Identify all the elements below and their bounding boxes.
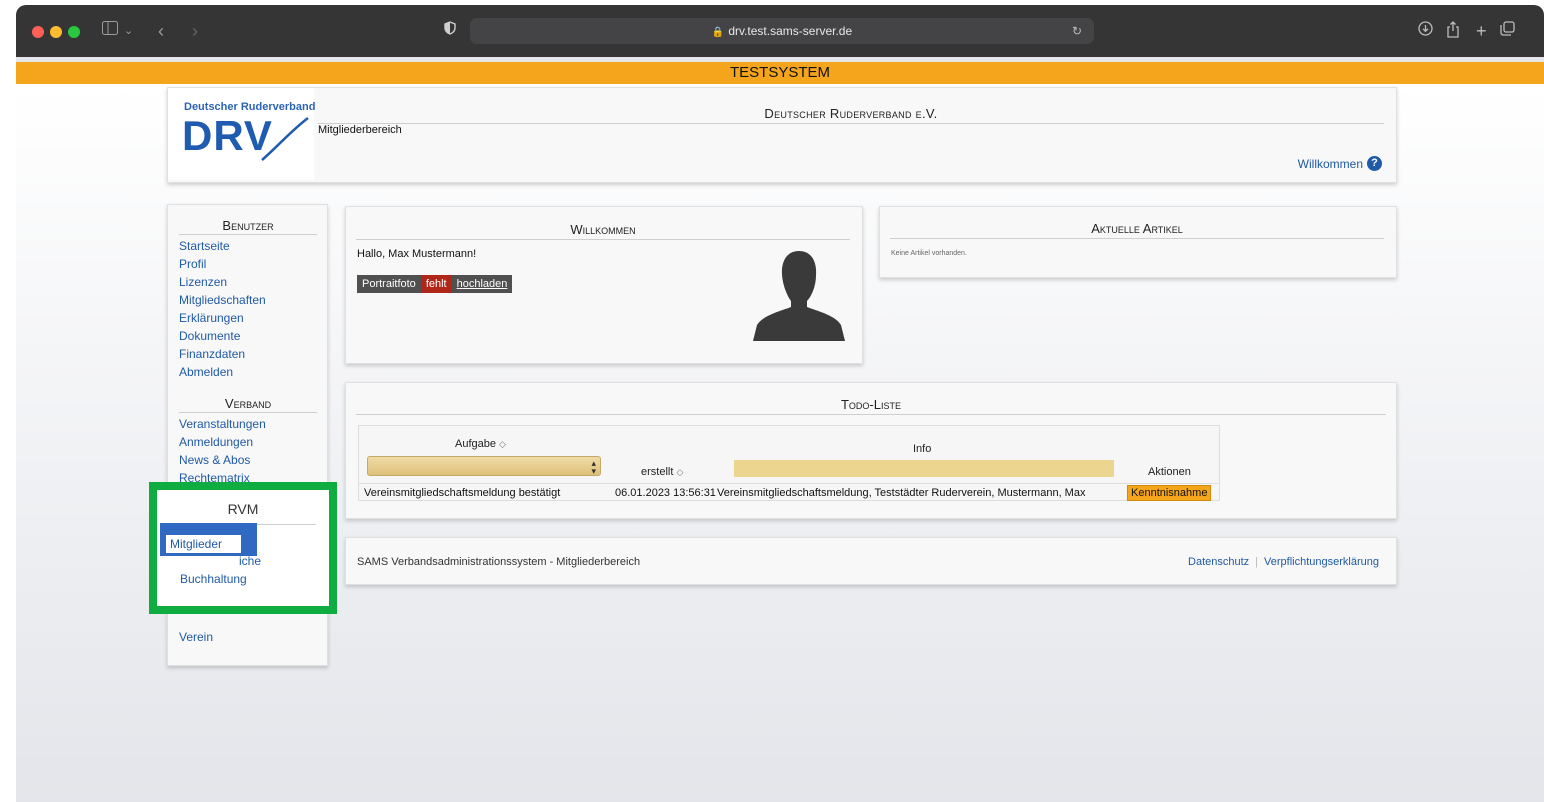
nav-item-startseite[interactable]: Startseite [179, 238, 230, 254]
todo-panel: Todo-Liste Aufgabe ◇ ▴ ▾ erstellt ◇ Info … [345, 382, 1397, 519]
nav-item-finanzdaten[interactable]: Finanzdaten [179, 346, 245, 362]
drv-logo[interactable]: Deutscher Ruderverband DRV [168, 88, 315, 180]
nav-item-abmelden[interactable]: Abmelden [179, 364, 233, 380]
avatar-silhouette-icon [753, 251, 845, 341]
todo-row-info: Vereinsmitgliedschaftsmeldung, Teststädt… [717, 487, 1086, 499]
column-header-task[interactable]: Aufgabe ◇ [455, 438, 506, 450]
welcome-link-label: Willkommen [1297, 156, 1363, 171]
nav-item-news-abos[interactable]: News & Abos [179, 452, 250, 468]
address-url: drv.test.sams-server.de [728, 24, 853, 38]
todo-table: Aufgabe ◇ ▴ ▾ erstellt ◇ Info Aktionen Ve… [358, 425, 1220, 501]
nav-item-veranstaltungen[interactable]: Veranstaltungen [179, 416, 266, 432]
select-arrows-icon: ▴ ▾ [591, 458, 596, 476]
nav-item-lizenzen[interactable]: Lizenzen [179, 274, 227, 290]
chevron-down-icon[interactable]: ⌄ [124, 21, 133, 41]
column-header-info: Info [913, 443, 932, 455]
testsystem-banner: TESTSYSTEM [16, 62, 1544, 84]
nav-heading-verband: Verband [179, 396, 317, 413]
nav-heading-rvm: RVM [227, 501, 259, 517]
footer-text: SAMS Verbandsadministrationssystem - Mit… [357, 556, 641, 568]
new-tab-icon[interactable]: + [1476, 21, 1487, 41]
footer-links: Datenschutz | Verpflichtungserklärung [1188, 556, 1379, 568]
nav-heading-benutzer: Benutzer [179, 218, 317, 235]
download-icon[interactable] [1418, 21, 1433, 42]
privacy-shield-icon[interactable] [444, 21, 456, 41]
column-header-created[interactable]: erstellt ◇ [641, 466, 683, 478]
info-filter-input[interactable] [734, 460, 1114, 477]
greeting-text: Hallo, Max Mustermann! [357, 248, 477, 260]
nav-item-mitgliedschaften[interactable]: Mitgliedschaften [179, 292, 266, 308]
page-content: Deutscher Ruderverband DRV Deutscher Rud… [16, 84, 1544, 802]
minimize-window-button[interactable] [50, 26, 62, 38]
acknowledge-button[interactable]: Kenntnisnahme [1127, 485, 1212, 501]
todo-heading: Todo-Liste [356, 397, 1386, 415]
sort-icon: ◇ [499, 439, 506, 449]
member-area-label: Mitgliederbereich [318, 124, 402, 136]
page-footer: SAMS Verbandsadministrationssystem - Mit… [345, 537, 1397, 585]
commitment-declaration-link[interactable]: Verpflichtungserklärung [1264, 556, 1379, 568]
address-bar[interactable]: 🔒 drv.test.sams-server.de ↻ [470, 18, 1094, 44]
todo-row-created: 06.01.2023 13:56:31 [615, 487, 716, 499]
welcome-panel: Willkommen Hallo, Max Mustermann! Portra… [345, 206, 863, 364]
tab-overview-icon[interactable] [1500, 21, 1515, 42]
logo-swoosh-icon [261, 117, 309, 161]
sort-icon: ◇ [676, 467, 684, 477]
nav-item-mitglieder[interactable]: Mitglieder [160, 523, 257, 556]
column-header-actions: Aktionen [1148, 466, 1191, 478]
portrait-missing-badge: fehlt [420, 275, 452, 293]
browser-window: ⌄ ‹ › 🔒 drv.test.sams-server.de ↻ + TESTS… [16, 5, 1544, 802]
back-icon[interactable]: ‹ [158, 21, 164, 41]
nav-item-anmeldungen[interactable]: Anmeldungen [179, 434, 253, 450]
browser-toolbar: ⌄ ‹ › 🔒 drv.test.sams-server.de ↻ + [16, 5, 1544, 57]
articles-panel: Aktuelle Artikel Keine Artikel vorhanden… [879, 206, 1397, 278]
nav-item-buchhaltung[interactable]: Buchhaltung [180, 571, 247, 587]
privacy-link[interactable]: Datenschutz [1188, 556, 1249, 568]
org-title: Deutscher Ruderverband e.V. [318, 106, 1384, 124]
task-filter-select[interactable]: ▴ ▾ [367, 456, 601, 476]
portrait-photo-status: Portraitfoto fehlt hochladen [357, 275, 513, 293]
welcome-heading: Willkommen [356, 222, 850, 240]
nav-item-verein[interactable]: Verein [179, 629, 213, 645]
zoom-window-button[interactable] [68, 26, 80, 38]
nav-item-mitglieder-label: Mitglieder [166, 535, 241, 553]
site-header: Deutscher Ruderverband DRV Deutscher Rud… [167, 87, 1397, 183]
portrait-photo-label: Portraitfoto [357, 275, 421, 293]
no-articles-text: Keine Artikel vorhanden. [891, 250, 967, 257]
reload-icon[interactable]: ↻ [1072, 18, 1082, 44]
lock-icon: 🔒 [711, 27, 725, 38]
share-icon[interactable] [1446, 21, 1460, 44]
forward-icon[interactable]: › [192, 21, 198, 41]
upload-photo-link[interactable]: hochladen [451, 275, 513, 293]
nav-item-profil[interactable]: Profil [179, 256, 206, 272]
welcome-link[interactable]: Willkommen ? [1298, 156, 1382, 171]
nav-item-erklaerungen[interactable]: Erklärungen [179, 310, 244, 326]
help-icon[interactable]: ? [1367, 156, 1382, 171]
sidebar-toggle-icon[interactable] [102, 21, 118, 41]
close-window-button[interactable] [32, 26, 44, 38]
articles-heading: Aktuelle Artikel [890, 221, 1384, 239]
todo-row-task: Vereinsmitgliedschaftsmeldung bestätigt [364, 487, 561, 499]
nav-item-dokumente[interactable]: Dokumente [179, 328, 240, 344]
